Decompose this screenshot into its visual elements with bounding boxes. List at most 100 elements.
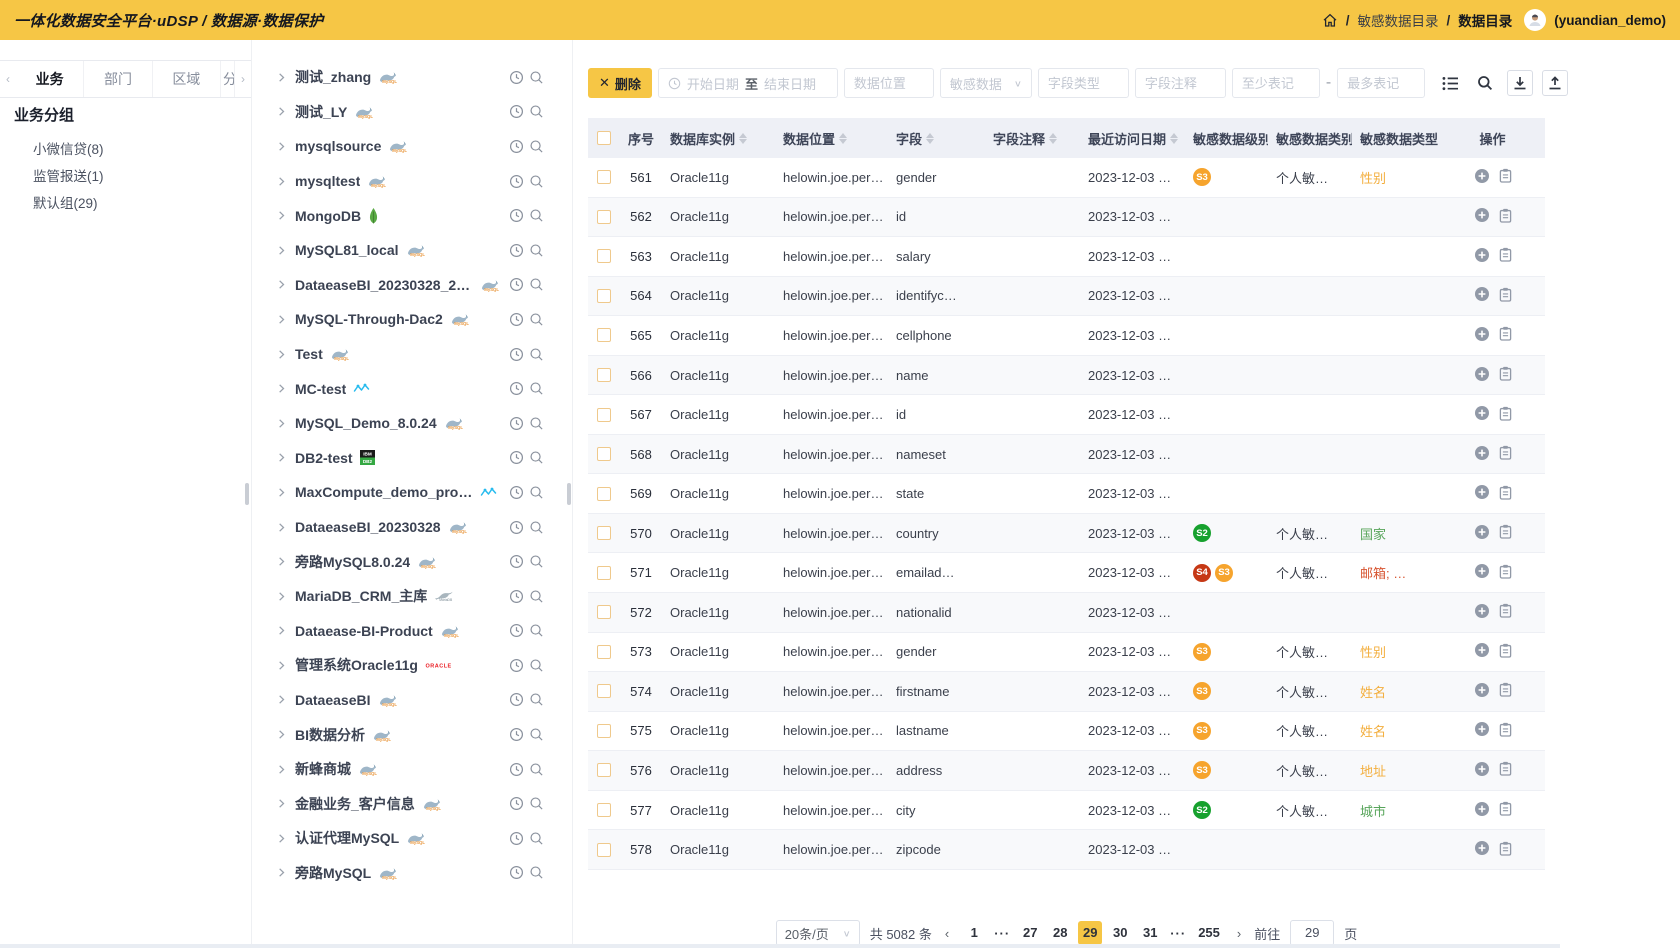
page-button-1[interactable]: 1 (962, 921, 986, 945)
scan-schedule-icon[interactable] (509, 589, 524, 604)
scan-schedule-icon[interactable] (509, 831, 524, 846)
sidebar-tab-3[interactable]: 区域 (153, 61, 221, 97)
add-tag-icon[interactable] (1474, 603, 1490, 622)
scan-schedule-icon[interactable] (509, 243, 524, 258)
username[interactable]: (yuandian_demo) (1554, 13, 1666, 28)
add-tag-icon[interactable] (1474, 840, 1490, 859)
scan-schedule-icon[interactable] (509, 485, 524, 500)
tree-item[interactable]: mysqlsourceMySQL (252, 129, 572, 164)
add-tag-icon[interactable] (1474, 721, 1490, 740)
expand-chevron-icon[interactable] (276, 72, 291, 83)
tree-item[interactable]: 测试_LYMySQL (252, 95, 572, 130)
min-mark-input[interactable] (1232, 68, 1320, 98)
expand-chevron-icon[interactable] (276, 210, 291, 221)
scan-schedule-icon[interactable] (509, 554, 524, 569)
expand-chevron-icon[interactable] (276, 383, 291, 394)
search-datasource-icon[interactable] (529, 208, 544, 223)
tree-scrollbar-thumb[interactable] (567, 483, 571, 505)
row-checkbox[interactable] (597, 170, 611, 184)
detail-clipboard-icon[interactable] (1499, 801, 1512, 819)
scan-schedule-icon[interactable] (509, 623, 524, 638)
add-tag-icon[interactable] (1474, 445, 1490, 464)
add-tag-icon[interactable] (1474, 405, 1490, 424)
expand-chevron-icon[interactable] (276, 279, 291, 290)
sidebar-tab-4[interactable]: 分级 (221, 61, 235, 97)
scan-schedule-icon[interactable] (509, 208, 524, 223)
search-datasource-icon[interactable] (529, 623, 544, 638)
tree-item[interactable]: 旁路MySQLMySQL (252, 856, 572, 891)
column-header-3[interactable]: 数据位置 (775, 129, 888, 148)
scan-schedule-icon[interactable] (509, 381, 524, 396)
group-item[interactable]: 小微信贷(8) (33, 136, 243, 163)
add-tag-icon[interactable] (1474, 484, 1490, 503)
detail-clipboard-icon[interactable] (1499, 841, 1512, 859)
row-checkbox[interactable] (597, 526, 611, 540)
detail-clipboard-icon[interactable] (1499, 524, 1512, 542)
tree-item[interactable]: Dataease-BI-ProductMySQL (252, 614, 572, 649)
row-checkbox[interactable] (597, 803, 611, 817)
row-checkbox[interactable] (597, 724, 611, 738)
expand-chevron-icon[interactable] (276, 487, 291, 498)
row-checkbox[interactable] (597, 210, 611, 224)
expand-chevron-icon[interactable] (276, 349, 291, 360)
group-item[interactable]: 监管报送(1) (33, 163, 243, 190)
tree-item[interactable]: mysqltestMySQL (252, 164, 572, 199)
tree-item[interactable]: 认证代理MySQLMySQL (252, 821, 572, 856)
expand-chevron-icon[interactable] (276, 452, 291, 463)
expand-chevron-icon[interactable] (276, 625, 291, 636)
home-icon[interactable] (1322, 12, 1338, 28)
group-item[interactable]: 默认组(29) (33, 190, 243, 217)
scan-schedule-icon[interactable] (509, 347, 524, 362)
expand-chevron-icon[interactable] (276, 314, 291, 325)
detail-clipboard-icon[interactable] (1499, 326, 1512, 344)
add-tag-icon[interactable] (1474, 563, 1490, 582)
row-checkbox[interactable] (597, 605, 611, 619)
expand-chevron-icon[interactable] (276, 522, 291, 533)
search-datasource-icon[interactable] (529, 692, 544, 707)
select-all-checkbox[interactable] (597, 131, 611, 145)
tree-item[interactable]: 管理系统Oracle11gORACLE (252, 648, 572, 683)
tree-item[interactable]: MySQL_Demo_8.0.24MySQL (252, 406, 572, 441)
detail-clipboard-icon[interactable] (1499, 564, 1512, 582)
add-tag-icon[interactable] (1474, 642, 1490, 661)
search-datasource-icon[interactable] (529, 658, 544, 673)
row-checkbox[interactable] (597, 566, 611, 580)
row-checkbox[interactable] (597, 328, 611, 342)
detail-clipboard-icon[interactable] (1499, 247, 1512, 265)
field-comment-input[interactable] (1135, 68, 1226, 98)
tree-item[interactable]: MC-test (252, 371, 572, 406)
row-checkbox[interactable] (597, 487, 611, 501)
page-size-select[interactable]: 20条/页 ∨ (776, 920, 860, 946)
tree-item[interactable]: 新蜂商城MySQL (252, 752, 572, 787)
row-checkbox[interactable] (597, 289, 611, 303)
search-datasource-icon[interactable] (529, 139, 544, 154)
max-mark-input[interactable] (1337, 68, 1425, 98)
page-button-29[interactable]: 29 (1078, 921, 1102, 945)
sidebar-tab-2[interactable]: 部门 (84, 61, 152, 97)
prev-page-button[interactable]: ‹ (942, 926, 952, 941)
row-checkbox[interactable] (597, 368, 611, 382)
detail-clipboard-icon[interactable] (1499, 168, 1512, 186)
search-datasource-icon[interactable] (529, 796, 544, 811)
scan-schedule-icon[interactable] (509, 277, 524, 292)
scan-schedule-icon[interactable] (509, 692, 524, 707)
tree-item[interactable]: BI数据分析MySQL (252, 717, 572, 752)
field-type-input[interactable] (1038, 68, 1129, 98)
expand-chevron-icon[interactable] (276, 591, 291, 602)
detail-clipboard-icon[interactable] (1499, 761, 1512, 779)
detail-clipboard-icon[interactable] (1499, 682, 1512, 700)
scan-schedule-icon[interactable] (509, 104, 524, 119)
sidebar-tab-1[interactable]: 业务 (16, 61, 84, 97)
add-tag-icon[interactable] (1474, 682, 1490, 701)
row-checkbox[interactable] (597, 843, 611, 857)
search-datasource-icon[interactable] (529, 831, 544, 846)
search-datasource-icon[interactable] (529, 381, 544, 396)
tree-item[interactable]: 旁路MySQL8.0.24MySQL (252, 544, 572, 579)
scan-schedule-icon[interactable] (509, 416, 524, 431)
breadcrumb-parent[interactable]: 敏感数据目录 (1357, 10, 1438, 30)
search-datasource-icon[interactable] (529, 277, 544, 292)
scan-schedule-icon[interactable] (509, 762, 524, 777)
sensitive-data-select[interactable]: 敏感数据 ∨ (940, 68, 1032, 98)
scan-schedule-icon[interactable] (509, 174, 524, 189)
search-datasource-icon[interactable] (529, 174, 544, 189)
